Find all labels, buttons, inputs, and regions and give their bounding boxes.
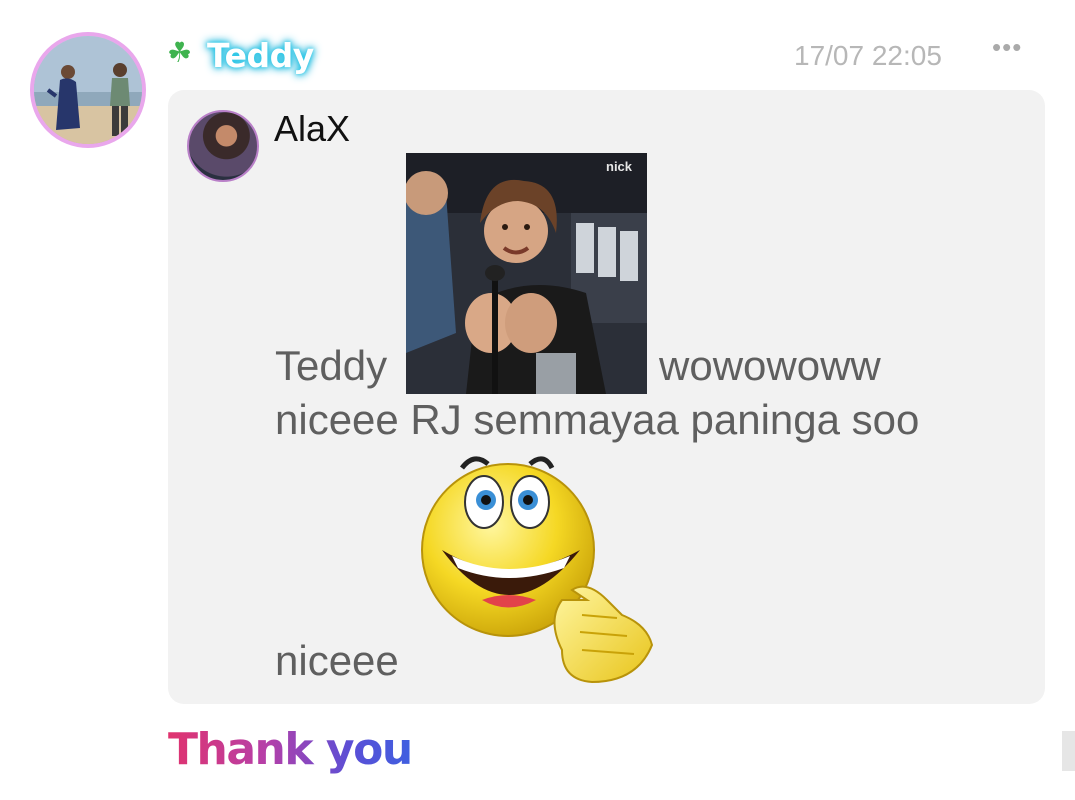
- clapping-smiley-emoji-icon: [412, 450, 668, 688]
- quoted-text-line-two: niceee RJ semmayaa paninga soo: [275, 396, 920, 443]
- quoted-text-before-gif: Teddy: [275, 342, 388, 389]
- scrollbar-handle[interactable]: [1062, 731, 1075, 771]
- gif-watermark: nick: [606, 159, 633, 174]
- quoted-text-line-three: niceee: [275, 637, 399, 684]
- four-leaf-clover-icon: ☘: [167, 37, 193, 68]
- quoted-gif-image[interactable]: nick: [406, 153, 647, 394]
- sender-avatar[interactable]: [30, 32, 146, 148]
- sender-avatar-photo: [34, 36, 142, 144]
- gif-content: nick: [406, 153, 647, 394]
- quoted-author-name[interactable]: AlaX: [274, 108, 350, 150]
- sender-name[interactable]: Teddy: [207, 36, 314, 75]
- quoted-author-avatar[interactable]: [187, 110, 259, 182]
- quoted-text-after-gif: wowowoww: [659, 342, 881, 389]
- message-timestamp: 17/07 22:05: [794, 40, 942, 71]
- more-options-button[interactable]: •••: [992, 32, 1022, 63]
- reply-text: Thank you: [168, 724, 413, 775]
